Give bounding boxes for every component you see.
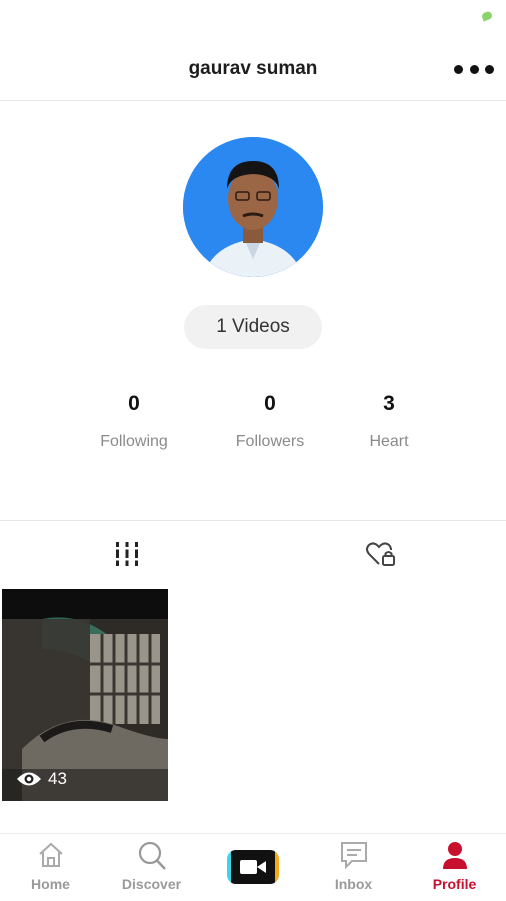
eye-icon bbox=[17, 772, 41, 786]
nav-label: Inbox bbox=[334, 876, 373, 892]
video-thumbnail[interactable]: 43 bbox=[2, 589, 168, 801]
view-count-value: 43 bbox=[48, 769, 67, 788]
dot-icon bbox=[454, 64, 463, 74]
profile-tabs bbox=[0, 520, 506, 589]
dot-icon bbox=[469, 64, 479, 74]
tab-my-videos[interactable] bbox=[0, 521, 253, 589]
message-icon bbox=[340, 842, 367, 870]
grid-icon bbox=[114, 542, 140, 566]
view-count: 43 bbox=[16, 769, 67, 789]
stat-value: 0 bbox=[128, 392, 140, 415]
stat-followers[interactable]: 0 Followers bbox=[210, 392, 330, 451]
avatar-photo bbox=[183, 137, 323, 277]
nav-label: Profile bbox=[432, 876, 477, 892]
more-options-button[interactable] bbox=[454, 62, 494, 76]
stat-value: 3 bbox=[383, 392, 395, 415]
tab-liked-videos[interactable] bbox=[253, 521, 506, 589]
person-icon bbox=[442, 842, 467, 869]
stat-heart[interactable]: 3 Heart bbox=[329, 392, 449, 451]
stat-value: 0 bbox=[264, 392, 276, 415]
status-indicator-icon bbox=[480, 10, 494, 22]
nav-inbox[interactable]: Inbox bbox=[303, 834, 404, 901]
record-video-button[interactable] bbox=[227, 850, 279, 884]
nav-record[interactable] bbox=[202, 834, 303, 901]
nav-label: Discover bbox=[121, 876, 182, 892]
heart-lock-icon bbox=[366, 542, 395, 566]
avatar[interactable] bbox=[183, 137, 323, 277]
page-title: gaurav suman bbox=[188, 58, 318, 79]
stat-label: Heart bbox=[369, 433, 409, 450]
nav-discover[interactable]: Discover bbox=[101, 834, 202, 901]
home-icon bbox=[38, 842, 63, 867]
nav-home[interactable]: Home bbox=[0, 834, 101, 901]
nav-profile[interactable]: Profile bbox=[404, 834, 505, 901]
stat-label: Following bbox=[100, 433, 168, 450]
videos-count-badge: 1 Videos bbox=[184, 305, 322, 349]
stat-label: Followers bbox=[235, 433, 305, 450]
top-bar: gaurav suman bbox=[0, 38, 506, 101]
stat-following[interactable]: 0 Following bbox=[74, 392, 194, 451]
nav-label: Home bbox=[31, 876, 70, 892]
search-icon bbox=[138, 841, 166, 870]
bottom-navigation: Home Discover Inbox Profile bbox=[0, 833, 506, 901]
dot-icon bbox=[485, 64, 494, 74]
video-camera-icon bbox=[240, 860, 266, 874]
